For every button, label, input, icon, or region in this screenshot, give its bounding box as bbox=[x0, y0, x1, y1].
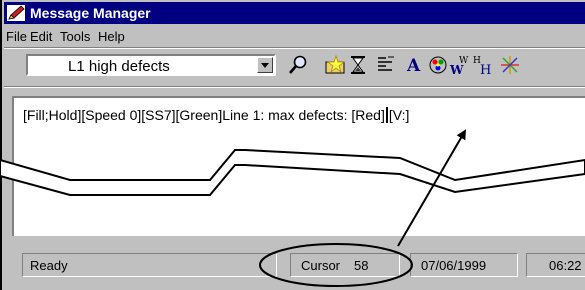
font-button[interactable]: A bbox=[402, 54, 426, 76]
status-time: 06:22 bbox=[549, 258, 582, 273]
menu-edit[interactable]: Edit bbox=[30, 29, 52, 44]
cursor-label: Cursor bbox=[301, 258, 341, 273]
message-editor[interactable]: [Fill;Hold][Speed 0][SS7][Green]Line 1: … bbox=[12, 96, 585, 236]
menu-tools[interactable]: Tools bbox=[60, 29, 90, 44]
status-date-panel: 07/06/1999 bbox=[410, 253, 518, 277]
svg-text:W: W bbox=[449, 63, 464, 76]
menu-separator bbox=[4, 47, 585, 49]
message-text: [Fill;Hold][Speed 0][SS7][Green]Line 1: … bbox=[23, 107, 409, 123]
align-icon bbox=[378, 56, 394, 71]
status-date: 07/06/1999 bbox=[421, 258, 487, 273]
width-icon: W W bbox=[449, 56, 469, 77]
status-text: Ready bbox=[30, 258, 68, 273]
search-icon bbox=[289, 55, 307, 74]
hourglass-icon bbox=[351, 56, 365, 74]
window-title: Message Manager bbox=[30, 5, 151, 21]
timer-button[interactable] bbox=[346, 54, 370, 76]
cursor-value: 58 bbox=[354, 258, 369, 273]
message-select-value: L1 high defects bbox=[68, 58, 170, 75]
menu-file[interactable]: File bbox=[6, 29, 27, 44]
svg-text:H: H bbox=[480, 63, 491, 76]
message-text-after-caret: [V:] bbox=[388, 107, 410, 123]
status-cursor-panel: Cursor 58 bbox=[290, 253, 400, 277]
menu-bar: File Edit Tools Help bbox=[4, 26, 585, 46]
sparkle-icon bbox=[501, 56, 519, 74]
dropdown-arrow-button[interactable] bbox=[257, 57, 273, 73]
color-palette-icon bbox=[429, 56, 447, 74]
favorites-button[interactable] bbox=[324, 54, 348, 76]
effects-button[interactable] bbox=[498, 54, 522, 76]
message-select[interactable]: L1 high defects bbox=[26, 54, 276, 76]
chevron-down-icon bbox=[261, 63, 269, 68]
width-button[interactable]: W W bbox=[448, 54, 472, 77]
height-icon: H H bbox=[473, 56, 491, 78]
status-ready-panel: Ready bbox=[22, 253, 277, 277]
font-a-icon: A bbox=[406, 56, 421, 76]
message-text-before-caret: [Fill;Hold][Speed 0][SS7][Green]Line 1: … bbox=[23, 107, 385, 123]
text-caret bbox=[385, 107, 388, 123]
height-button[interactable]: H H bbox=[472, 54, 496, 78]
pen-icon bbox=[7, 5, 25, 21]
message-manager-window: Message Manager File Edit Tools Help L1 … bbox=[0, 0, 585, 290]
toolbar-separator bbox=[4, 86, 585, 88]
search-button[interactable] bbox=[286, 54, 310, 76]
color-button[interactable] bbox=[426, 54, 450, 76]
svg-text:A: A bbox=[406, 56, 421, 76]
star-folder-icon bbox=[325, 54, 346, 74]
align-button[interactable] bbox=[374, 54, 398, 76]
title-bar[interactable]: Message Manager bbox=[4, 2, 585, 24]
menu-help[interactable]: Help bbox=[98, 29, 125, 44]
status-time-panel: 06:22 bbox=[526, 253, 585, 277]
